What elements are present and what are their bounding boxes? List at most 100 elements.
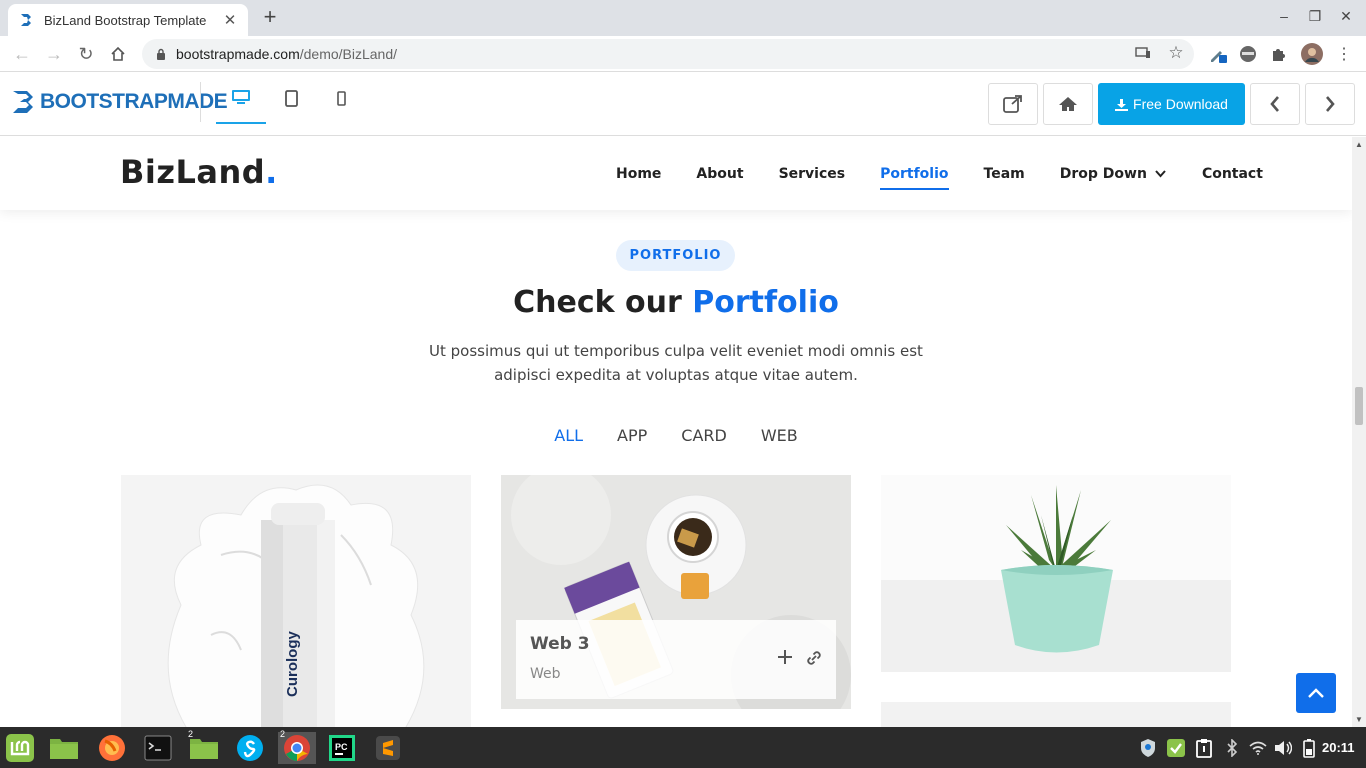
clipboard-icon[interactable] bbox=[1192, 732, 1216, 764]
skype-icon[interactable] bbox=[234, 732, 266, 764]
portfolio-item-web-3[interactable]: Web 3 Web bbox=[501, 475, 851, 709]
svg-text:PC: PC bbox=[335, 742, 348, 752]
desktop-view-tab[interactable] bbox=[216, 72, 266, 124]
bootstrapmade-preview-bar: BOOTSTRAPMADE Free Download bbox=[0, 72, 1366, 136]
extensions-puzzle-icon[interactable] bbox=[1268, 43, 1290, 65]
tablet-icon bbox=[284, 89, 298, 107]
bootstrapmade-logo-icon bbox=[13, 91, 33, 113]
bootstrapmade-logo[interactable]: BOOTSTRAPMADE bbox=[10, 88, 228, 116]
scrollbar-thumb[interactable] bbox=[1355, 387, 1363, 425]
wifi-icon[interactable] bbox=[1246, 732, 1270, 764]
nav-services[interactable]: Services bbox=[779, 162, 846, 186]
pycharm-icon[interactable]: PC bbox=[326, 732, 358, 764]
url-host: bootstrapmade.com bbox=[176, 46, 300, 62]
zoom-plus-icon[interactable] bbox=[776, 648, 794, 666]
section-title-prefix: Check our bbox=[513, 285, 693, 320]
file-manager-icon[interactable] bbox=[48, 732, 80, 764]
nav-about[interactable]: About bbox=[696, 162, 743, 186]
browser-tab[interactable]: BizLand Bootstrap Template ✕ bbox=[8, 4, 248, 36]
extension-pen-icon[interactable] bbox=[1207, 43, 1229, 65]
files-window-icon[interactable]: 2 bbox=[188, 729, 220, 764]
portfolio-item[interactable]: Curology bbox=[121, 475, 471, 727]
portfolio-filters: ALL APP CARD WEB bbox=[0, 426, 1352, 445]
tablet-view-tab[interactable] bbox=[266, 72, 316, 124]
back-arrow-icon[interactable]: ← bbox=[9, 41, 35, 67]
nav-team[interactable]: Team bbox=[984, 162, 1025, 186]
download-icon bbox=[1115, 98, 1129, 111]
portfolio-item-category: Web bbox=[530, 666, 561, 682]
bookmark-star-icon[interactable]: ☆ bbox=[1167, 43, 1185, 62]
home-icon bbox=[1059, 97, 1077, 111]
home-icon[interactable] bbox=[105, 41, 131, 67]
cast-icon[interactable] bbox=[1134, 44, 1152, 62]
minimize-window-button[interactable]: – bbox=[1274, 8, 1294, 28]
bootstrapmade-favicon-icon bbox=[18, 12, 34, 28]
new-tab-button[interactable]: + bbox=[258, 6, 282, 30]
sublime-text-icon[interactable] bbox=[372, 732, 404, 764]
section-title-highlight: Portfolio bbox=[692, 285, 839, 320]
section-badge: PORTFOLIO bbox=[616, 240, 735, 271]
scroll-up-arrow-icon[interactable]: ▲ bbox=[1355, 140, 1363, 149]
restore-window-button[interactable]: ❐ bbox=[1305, 8, 1325, 28]
home-button[interactable] bbox=[1043, 83, 1093, 125]
page-scrollbar[interactable]: ▲ ▼ bbox=[1352, 137, 1366, 727]
chevron-down-icon[interactable] bbox=[1155, 162, 1166, 186]
scroll-down-arrow-icon[interactable]: ▼ bbox=[1355, 715, 1363, 724]
website-viewport: BizLand. Home About Services Portfolio T… bbox=[0, 137, 1352, 727]
filter-card[interactable]: CARD bbox=[664, 426, 744, 445]
tab-title: BizLand Bootstrap Template bbox=[44, 12, 207, 28]
chrome-window-icon[interactable]: 2 bbox=[278, 729, 316, 764]
terminal-icon[interactable] bbox=[142, 732, 174, 764]
reload-icon[interactable]: ↻ bbox=[73, 41, 99, 67]
free-download-label: Free Download bbox=[1133, 96, 1228, 112]
filter-all[interactable]: ALL bbox=[537, 426, 600, 445]
url-path: /demo/BizLand/ bbox=[299, 46, 398, 62]
close-tab-icon[interactable]: ✕ bbox=[222, 11, 238, 29]
back-to-top-button[interactable] bbox=[1296, 673, 1336, 713]
mobile-icon bbox=[336, 90, 346, 106]
open-external-button[interactable] bbox=[988, 83, 1038, 125]
site-logo[interactable]: BizLand. bbox=[120, 153, 278, 191]
volume-icon[interactable] bbox=[1271, 732, 1295, 764]
mobile-view-tab[interactable] bbox=[316, 72, 366, 124]
update-check-icon[interactable] bbox=[1164, 732, 1188, 764]
desktop-icon bbox=[232, 90, 250, 104]
portfolio-item-title: Web 3 bbox=[530, 634, 590, 654]
nav-portfolio[interactable]: Portfolio bbox=[880, 162, 949, 190]
nav-home[interactable]: Home bbox=[616, 162, 661, 186]
battery-icon[interactable] bbox=[1297, 732, 1321, 764]
previous-template-button[interactable] bbox=[1250, 83, 1300, 125]
section-description: Ut possimus qui ut temporibus culpa veli… bbox=[429, 342, 923, 384]
bluetooth-icon[interactable] bbox=[1220, 732, 1244, 764]
firefox-icon[interactable] bbox=[96, 732, 128, 764]
site-logo-text: BizLand bbox=[120, 153, 266, 191]
external-link-icon bbox=[1003, 95, 1022, 113]
nav-contact[interactable]: Contact bbox=[1202, 162, 1263, 186]
forward-arrow-icon[interactable]: → bbox=[41, 41, 67, 67]
shield-icon[interactable] bbox=[1136, 732, 1160, 764]
filter-web[interactable]: WEB bbox=[744, 426, 815, 445]
filter-app[interactable]: APP bbox=[600, 426, 664, 445]
portfolio-item[interactable] bbox=[881, 475, 1231, 672]
address-bar[interactable]: bootstrapmade.com/demo/BizLand/ bbox=[142, 39, 1194, 69]
chevron-right-icon bbox=[1326, 96, 1335, 112]
lock-icon bbox=[156, 48, 166, 60]
portfolio-item[interactable] bbox=[881, 702, 1231, 727]
divider bbox=[200, 82, 201, 122]
profile-avatar[interactable] bbox=[1301, 43, 1323, 65]
chrome-window-count: 2 bbox=[280, 729, 286, 739]
site-nav: Home About Services Portfolio Team Drop … bbox=[616, 137, 1298, 210]
chevron-left-icon bbox=[1270, 96, 1279, 112]
close-window-button[interactable]: ✕ bbox=[1336, 8, 1356, 28]
site-header: BizLand. Home About Services Portfolio T… bbox=[0, 137, 1352, 210]
nav-dropdown[interactable]: Drop Down bbox=[1060, 162, 1147, 186]
os-taskbar: 2 2 PC 20:11 bbox=[0, 727, 1366, 768]
mint-menu-icon[interactable] bbox=[4, 732, 36, 764]
link-icon[interactable] bbox=[804, 648, 824, 668]
browser-toolbar: ← → ↻ bootstrapmade.com/demo/BizLand/ ☆ … bbox=[0, 36, 1366, 72]
free-download-button[interactable]: Free Download bbox=[1098, 83, 1245, 125]
clock[interactable]: 20:11 bbox=[1322, 740, 1355, 755]
next-template-button[interactable] bbox=[1305, 83, 1355, 125]
extension-mask-icon[interactable] bbox=[1237, 43, 1259, 65]
chrome-menu-icon[interactable]: ⋮ bbox=[1333, 43, 1355, 65]
